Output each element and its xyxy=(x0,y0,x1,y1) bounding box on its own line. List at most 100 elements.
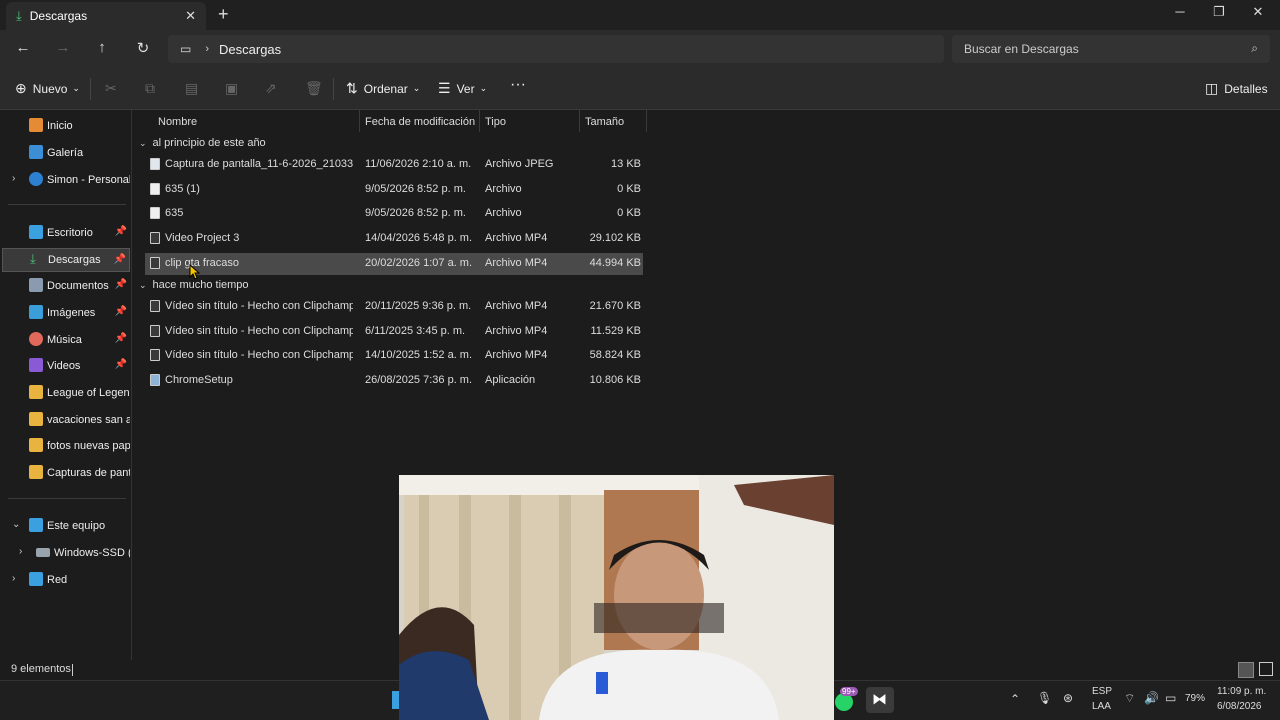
chevron-up-icon[interactable]: ⌃ xyxy=(1010,692,1020,706)
navigation-pane: Inicio Galería › Simon - Personal Escrit… xyxy=(0,110,132,660)
sidebar-item-label: fotos nuevas papa i xyxy=(47,440,130,452)
mouse-cursor-icon xyxy=(189,264,201,280)
microphone-icon[interactable]: 🎙 xyxy=(1037,691,1052,705)
tab-descargas[interactable]: ⤓ Descargas ✕ xyxy=(6,2,206,30)
column-header-size[interactable]: Tamaño xyxy=(585,112,624,132)
video-file-icon xyxy=(150,257,160,269)
sidebar-item-imagenes[interactable]: Imágenes 📌 xyxy=(2,301,130,325)
tab-title: Descargas xyxy=(29,9,88,23)
forward-button[interactable]: → xyxy=(52,39,74,59)
file-name: Vídeo sin título - Hecho con Clipchamp (… xyxy=(165,325,353,337)
back-button[interactable]: ← xyxy=(12,39,34,59)
table-row[interactable]: Vídeo sin título - Hecho con Clipchamp 1… xyxy=(145,345,643,367)
pin-icon[interactable]: 📌 xyxy=(115,226,127,237)
sort-button[interactable]: ⇅ Ordenar ⌄ xyxy=(346,80,420,97)
sidebar-item-este-equipo[interactable]: ⌄ Este equipo xyxy=(2,514,130,538)
table-row[interactable]: Captura de pantalla_11-6-2026_21033_w...… xyxy=(145,154,643,176)
paste-icon[interactable]: ▤ xyxy=(185,80,198,97)
close-tab-button[interactable]: ✕ xyxy=(185,8,196,24)
chevron-right-icon: › xyxy=(12,573,16,584)
more-button[interactable]: ··· xyxy=(510,76,526,94)
column-header-name[interactable]: Nombre xyxy=(158,112,197,132)
file-size: 44.994 KB xyxy=(589,257,641,269)
pin-icon[interactable]: 📌 xyxy=(115,279,127,290)
column-divider[interactable] xyxy=(479,110,480,132)
table-row[interactable]: ChromeSetup 26/08/2025 7:36 p. m. Aplica… xyxy=(145,370,643,392)
sidebar-item-folder[interactable]: vacaciones san andrés xyxy=(2,408,130,432)
up-button[interactable]: ↑ xyxy=(91,39,113,59)
location-icon[interactable]: ⊛ xyxy=(1063,691,1073,705)
table-row[interactable]: 635 9/05/2026 8:52 p. m. Archivo 0 KB xyxy=(145,203,643,225)
table-row[interactable]: Video Project 3 14/04/2026 5:48 p. m. Ar… xyxy=(145,228,643,250)
pin-icon[interactable]: 📌 xyxy=(114,254,126,265)
sidebar-item-escritorio[interactable]: Escritorio 📌 xyxy=(2,221,130,245)
restore-button[interactable]: ❐ xyxy=(1204,4,1234,20)
sidebar-item-red[interactable]: › Red xyxy=(2,568,130,592)
wifi-icon[interactable]: ⌔ xyxy=(1124,691,1135,706)
sidebar-item-documentos[interactable]: Documentos 📌 xyxy=(2,274,130,298)
pin-icon[interactable]: 📌 xyxy=(115,359,127,370)
sidebar-item-drive[interactable]: › Windows-SSD (C:) xyxy=(2,541,130,565)
sidebar-item-label: Este equipo xyxy=(47,520,106,532)
sidebar-item-label: Descargas xyxy=(48,254,101,266)
sidebar-item-descargas[interactable]: ⤓ Descargas 📌 xyxy=(2,248,130,272)
rename-icon[interactable]: ▣ xyxy=(225,80,238,97)
sidebar-item-folder[interactable]: fotos nuevas papa i xyxy=(2,434,130,458)
sidebar-item-label: Música xyxy=(47,334,82,346)
details-view-icon[interactable] xyxy=(1238,662,1254,678)
sidebar-item-label: Videos xyxy=(47,360,81,372)
sidebar-item-galeria[interactable]: Galería xyxy=(2,141,130,165)
new-button[interactable]: ⊕ Nuevo ⌄ xyxy=(15,80,80,97)
group-header[interactable]: ⌄ al principio de este año xyxy=(139,137,266,149)
sidebar-item-folder[interactable]: Capturas de pantalla xyxy=(2,461,130,485)
cloud-icon xyxy=(29,172,43,186)
column-divider[interactable] xyxy=(359,110,360,132)
video-icon xyxy=(29,358,43,372)
clock-date[interactable]: 6/08/2026 xyxy=(1217,701,1262,712)
search-input[interactable]: Buscar en Descargas ⌕ xyxy=(952,35,1270,63)
share-icon[interactable]: ⇗ xyxy=(265,80,277,97)
battery-icon[interactable]: ▭ xyxy=(1165,691,1176,705)
table-row[interactable]: Vídeo sin título - Hecho con Clipchamp (… xyxy=(145,321,643,343)
file-date: 26/08/2025 7:36 p. m. xyxy=(365,374,473,386)
address-bar[interactable]: ▭ › Descargas xyxy=(168,35,944,63)
chevron-down-icon: ⌄ xyxy=(479,83,488,93)
language-bottom[interactable]: LAA xyxy=(1092,701,1111,712)
new-tab-button[interactable]: + xyxy=(218,4,229,25)
music-icon xyxy=(29,332,43,346)
column-header-date[interactable]: Fecha de modificación xyxy=(365,112,475,132)
sidebar-item-videos[interactable]: Videos 📌 xyxy=(2,354,130,378)
computer-icon xyxy=(29,518,43,532)
file-date: 9/05/2026 8:52 p. m. xyxy=(365,183,466,195)
column-divider[interactable] xyxy=(646,110,647,132)
column-header-type[interactable]: Tipo xyxy=(485,112,506,132)
copy-icon[interactable]: ⧉ xyxy=(145,80,155,97)
download-icon: ⤓ xyxy=(16,8,22,23)
sidebar-item-inicio[interactable]: Inicio xyxy=(2,114,130,138)
cut-icon[interactable]: ✂ xyxy=(105,80,117,97)
tiles-view-icon[interactable] xyxy=(1259,662,1273,676)
sidebar-item-musica[interactable]: Música 📌 xyxy=(2,328,130,352)
breadcrumb[interactable]: Descargas xyxy=(219,42,281,57)
table-row[interactable]: 635 (1) 9/05/2026 8:52 p. m. Archivo 0 K… xyxy=(145,179,643,201)
divider xyxy=(333,78,334,100)
details-button[interactable]: ◫ Detalles xyxy=(1205,80,1268,97)
pin-icon[interactable]: 📌 xyxy=(115,333,127,344)
table-row-selected[interactable]: clip gta fracaso 20/02/2026 1:07 a. m. A… xyxy=(145,253,643,275)
column-divider[interactable] xyxy=(579,110,580,132)
sidebar-item-onedrive[interactable]: › Simon - Personal xyxy=(2,168,130,192)
table-row[interactable]: Vídeo sin título - Hecho con Clipchamp (… xyxy=(145,296,643,318)
sidebar-item-folder[interactable]: League of Legends xyxy=(2,381,130,405)
language-top[interactable]: ESP xyxy=(1092,686,1112,697)
volume-icon[interactable]: 🔊 xyxy=(1144,691,1159,705)
minimize-button[interactable]: ─ xyxy=(1165,4,1195,19)
close-window-button[interactable]: ✕ xyxy=(1243,4,1273,20)
pin-icon[interactable]: 📌 xyxy=(115,306,127,317)
group-header[interactable]: ⌄ hace mucho tiempo xyxy=(139,279,249,291)
refresh-button[interactable]: ↻ xyxy=(132,39,154,59)
file-size: 0 KB xyxy=(617,183,641,195)
video-file-icon xyxy=(150,349,160,361)
view-button[interactable]: ☰ Ver ⌄ xyxy=(438,80,487,97)
delete-icon[interactable]: 🗑 xyxy=(305,80,323,97)
clock-time[interactable]: 11:09 p. m. xyxy=(1217,686,1266,697)
